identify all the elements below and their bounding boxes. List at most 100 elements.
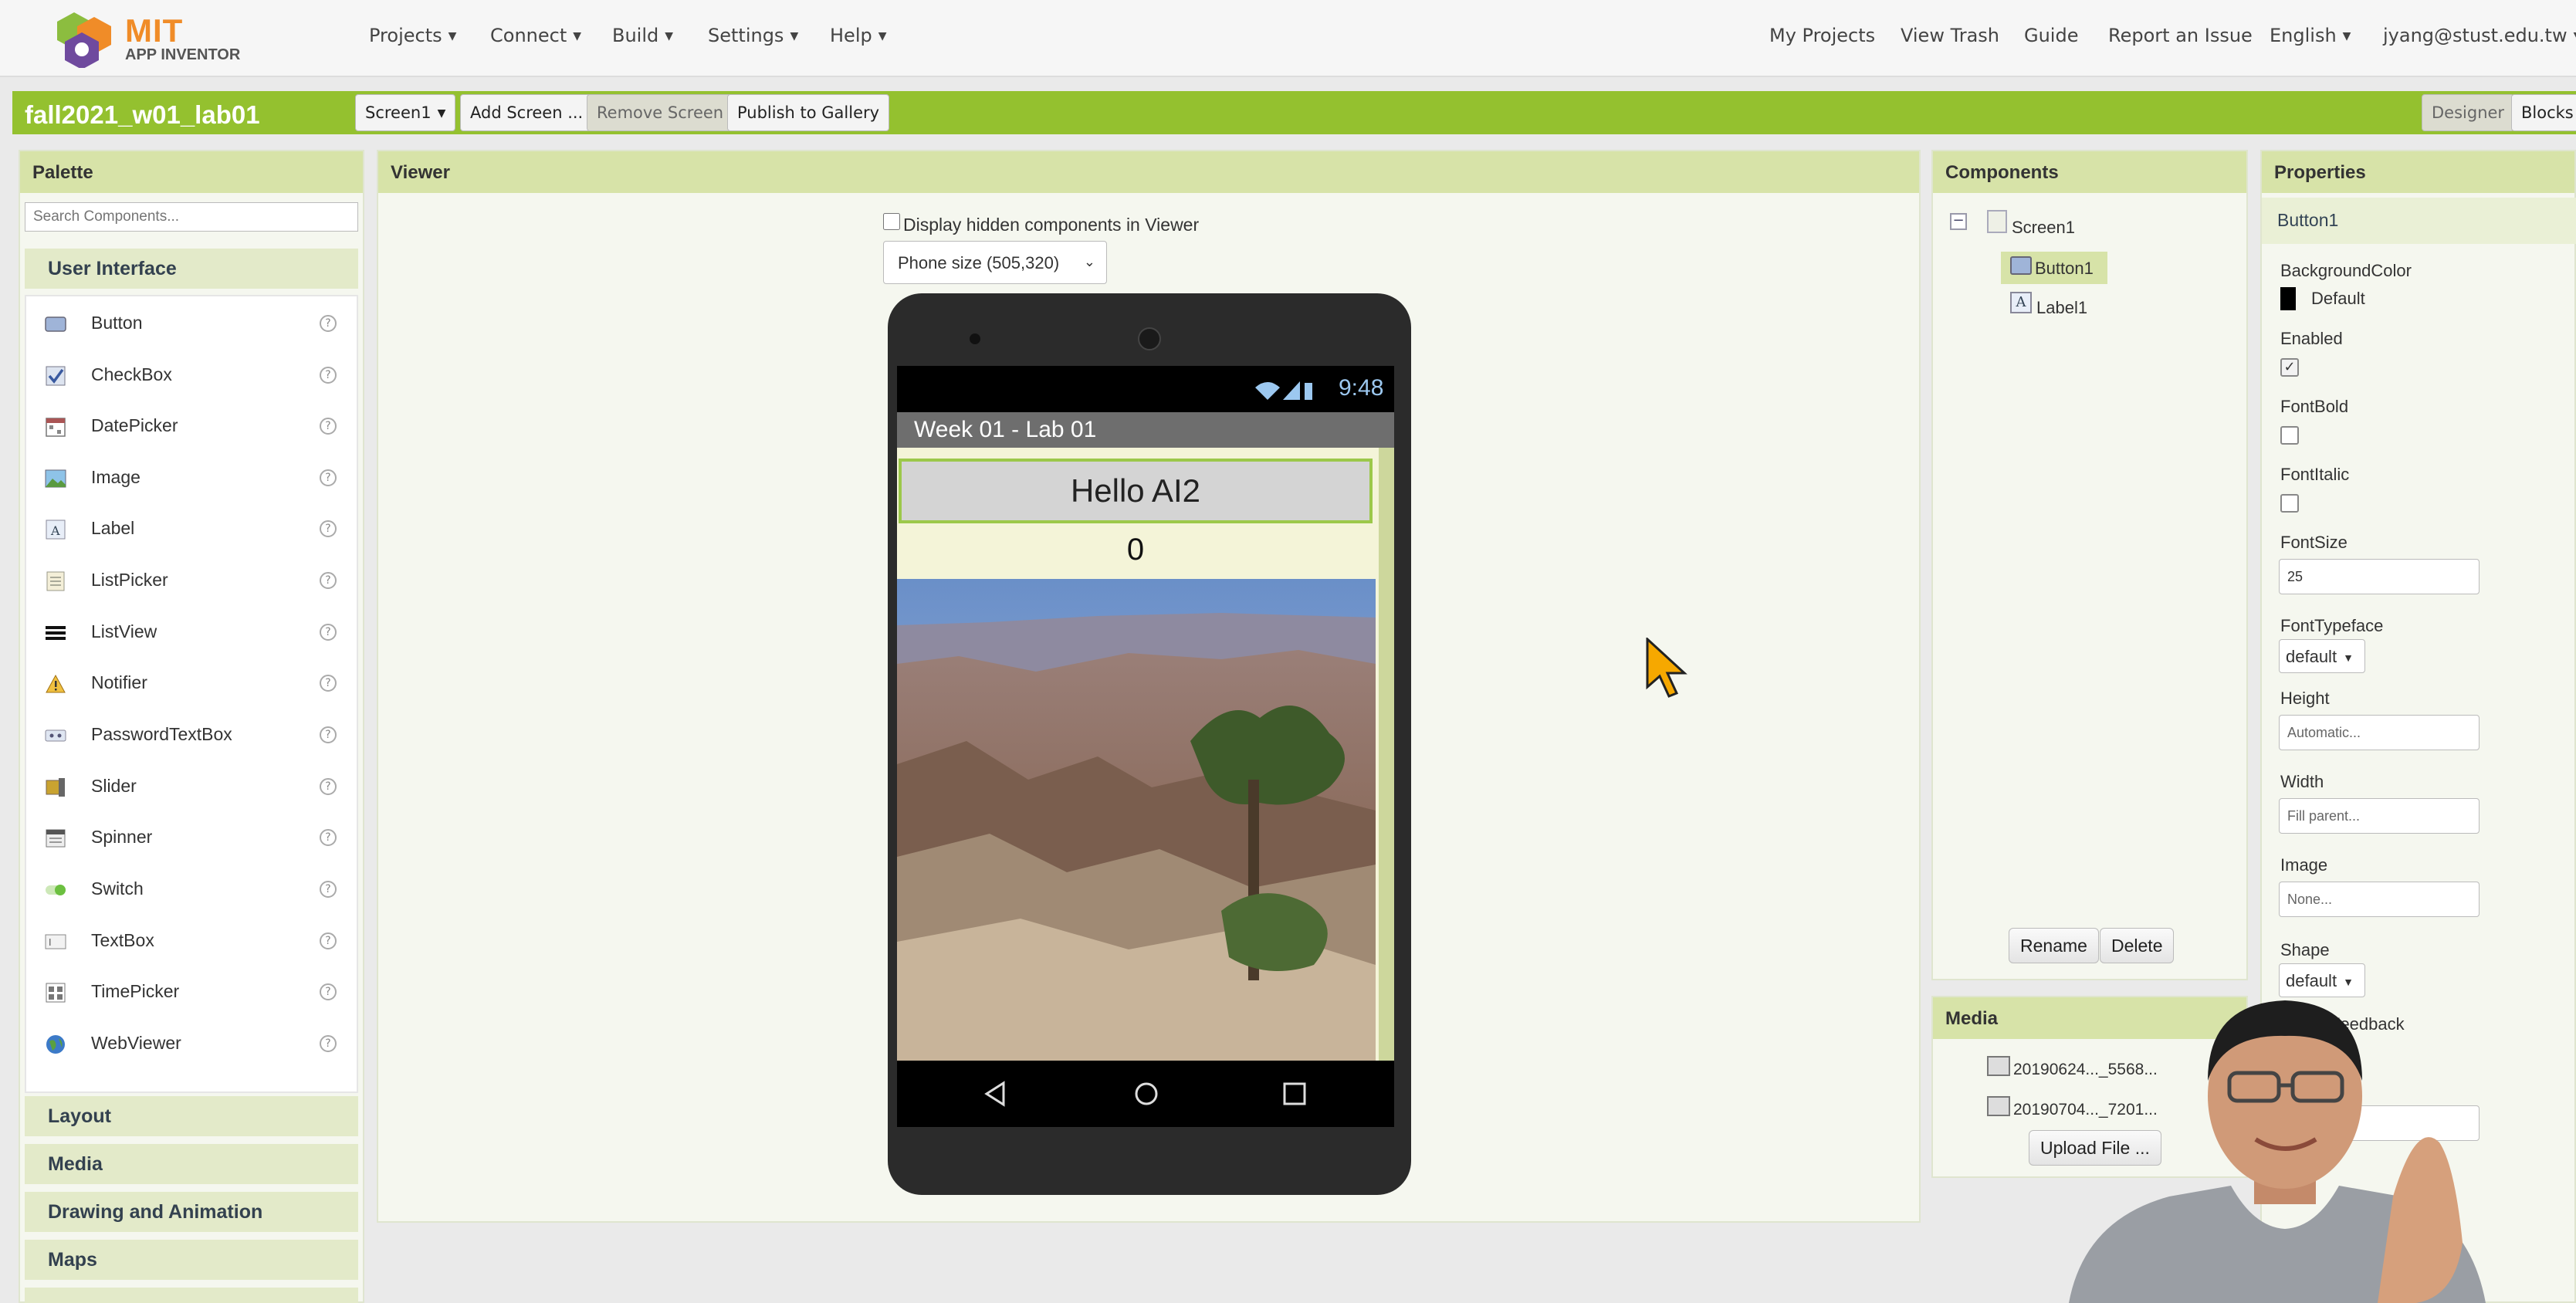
- prop-fontbold-checkbox[interactable]: [2280, 426, 2299, 445]
- mouse-cursor-icon: [1646, 638, 1687, 698]
- palette-item-timepicker[interactable]: TimePicker?: [26, 971, 358, 1014]
- palette-item-image[interactable]: Image?: [26, 457, 358, 500]
- blocks-button[interactable]: Blocks: [2511, 94, 2576, 131]
- phone-size-label: Phone size (505,320): [898, 253, 1060, 272]
- slider-icon: [46, 778, 65, 797]
- help-icon[interactable]: ?: [320, 1035, 337, 1052]
- screen-select[interactable]: Screen1 ▼: [355, 94, 456, 131]
- prop-width-input[interactable]: Fill parent...: [2279, 798, 2480, 834]
- back-icon[interactable]: [983, 1081, 1007, 1107]
- prop-fontbold-label: FontBold: [2280, 397, 2349, 416]
- checkbox-icon: [46, 366, 66, 386]
- add-screen-button[interactable]: Add Screen ...: [460, 94, 594, 131]
- palette-item-textbox[interactable]: I TextBox?: [26, 920, 358, 963]
- publish-gallery-button[interactable]: Publish to Gallery: [727, 94, 890, 131]
- clock-icon: [46, 983, 66, 1003]
- prop-fonttypeface-select[interactable]: default ▼: [2279, 639, 2365, 673]
- logo-mit-text: MIT: [125, 12, 184, 49]
- help-icon[interactable]: ?: [320, 726, 337, 743]
- help-icon[interactable]: ?: [320, 778, 337, 795]
- help-icon[interactable]: ?: [320, 469, 337, 486]
- help-icon[interactable]: ?: [320, 881, 337, 898]
- help-icon[interactable]: ?: [320, 983, 337, 1000]
- help-icon[interactable]: ?: [320, 367, 337, 384]
- prop-fontsize-input[interactable]: 25: [2279, 559, 2480, 594]
- app-inventor-logo[interactable]: MIT APP INVENTOR: [51, 6, 252, 68]
- menu-user[interactable]: jyang@stust.edu.tw ▼: [2383, 25, 2576, 46]
- prop-image-input[interactable]: None...: [2279, 882, 2480, 917]
- tree-item-screen1[interactable]: Screen1: [2012, 218, 2075, 238]
- rename-button[interactable]: Rename: [2009, 928, 2099, 963]
- link-report-issue[interactable]: Report an Issue: [2108, 25, 2253, 46]
- help-icon[interactable]: ?: [320, 572, 337, 589]
- palette-item-label: Spinner: [91, 827, 153, 847]
- phone-size-select[interactable]: Phone size (505,320) ⌄: [883, 241, 1107, 284]
- palette-item-slider[interactable]: Slider?: [26, 766, 358, 809]
- color-swatch[interactable]: [2280, 287, 2296, 310]
- link-my-projects[interactable]: My Projects: [1769, 25, 1875, 46]
- password-icon: [45, 729, 66, 742]
- category-user-interface[interactable]: User Interface: [25, 249, 358, 289]
- palette-item-passwordtextbox[interactable]: PasswordTextBox?: [26, 714, 358, 757]
- palette-item-webviewer[interactable]: WebViewer?: [26, 1023, 358, 1066]
- link-guide[interactable]: Guide: [2024, 25, 2078, 46]
- screen-icon: [1987, 210, 2007, 233]
- palette-item-listpicker[interactable]: ListPicker?: [26, 560, 358, 603]
- palette-item-label: Switch: [91, 878, 144, 899]
- palette-item-spinner[interactable]: Spinner?: [26, 817, 358, 860]
- palette-item-label: Button: [91, 313, 143, 333]
- designer-button[interactable]: Designer: [2422, 94, 2515, 131]
- listview-icon: [46, 626, 66, 640]
- help-icon[interactable]: ?: [320, 315, 337, 332]
- menu-connect[interactable]: Connect ▼: [490, 25, 581, 46]
- properties-component-bar: Button1: [2262, 198, 2576, 244]
- prop-enabled-label: Enabled: [2280, 329, 2343, 348]
- menu-projects[interactable]: Projects ▼: [369, 25, 456, 46]
- help-icon[interactable]: ?: [320, 418, 337, 435]
- category-more[interactable]: [25, 1288, 358, 1303]
- palette-item-notifier[interactable]: Notifier?: [26, 662, 358, 706]
- project-title: fall2021_w01_lab01: [25, 100, 260, 129]
- prop-enabled-checkbox[interactable]: ✓: [2280, 358, 2299, 377]
- remove-screen-button[interactable]: Remove Screen: [587, 94, 734, 131]
- palette-item-datepicker[interactable]: DatePicker?: [26, 405, 358, 448]
- help-icon[interactable]: ?: [320, 675, 337, 692]
- prop-fontitalic-checkbox[interactable]: [2280, 494, 2299, 513]
- tree-item-button1[interactable]: Button1: [2001, 252, 2107, 284]
- palette-item-button[interactable]: Button?: [26, 303, 358, 346]
- palette-title: Palette: [20, 151, 363, 193]
- search-components-input[interactable]: [25, 202, 358, 232]
- prop-height-input[interactable]: Automatic...: [2279, 715, 2480, 750]
- category-media[interactable]: Media: [25, 1144, 358, 1184]
- menu-settings[interactable]: Settings ▼: [708, 25, 798, 46]
- category-drawing-animation[interactable]: Drawing and Animation: [25, 1192, 358, 1232]
- prop-fontitalic-label: FontItalic: [2280, 465, 2350, 484]
- collapse-icon[interactable]: −: [1950, 213, 1967, 230]
- prop-fontsize-label: FontSize: [2280, 533, 2348, 552]
- category-layout[interactable]: Layout: [25, 1096, 358, 1136]
- palette-item-switch[interactable]: Switch?: [26, 868, 358, 912]
- recents-icon[interactable]: [1281, 1081, 1308, 1107]
- help-icon[interactable]: ?: [320, 829, 337, 846]
- home-icon[interactable]: [1133, 1081, 1159, 1107]
- help-icon[interactable]: ?: [320, 932, 337, 949]
- prop-backgroundcolor-value[interactable]: Default: [2311, 289, 2365, 309]
- caret-down-icon: ▼: [2342, 30, 2351, 42]
- delete-button[interactable]: Delete: [2100, 928, 2175, 963]
- hello-button[interactable]: Hello AI2: [899, 459, 1373, 523]
- palette-item-label[interactable]: A Label?: [26, 508, 358, 551]
- warning-icon: [46, 674, 66, 693]
- category-maps[interactable]: Maps: [25, 1240, 358, 1280]
- palette-item-checkbox[interactable]: CheckBox?: [26, 354, 358, 398]
- tree-item-label1[interactable]: Label1: [2036, 298, 2087, 318]
- menu-build[interactable]: Build ▼: [612, 25, 673, 46]
- menu-language[interactable]: English ▼: [2270, 25, 2351, 46]
- help-icon[interactable]: ?: [320, 624, 337, 641]
- palette-item-listview[interactable]: ListView?: [26, 611, 358, 655]
- palette-item-label: WebViewer: [91, 1033, 181, 1053]
- help-icon[interactable]: ?: [320, 520, 337, 537]
- menu-help[interactable]: Help ▼: [830, 25, 887, 46]
- display-hidden-checkbox[interactable]: [883, 213, 900, 230]
- palette-item-label: TextBox: [91, 930, 154, 950]
- link-view-trash[interactable]: View Trash: [1901, 25, 1999, 46]
